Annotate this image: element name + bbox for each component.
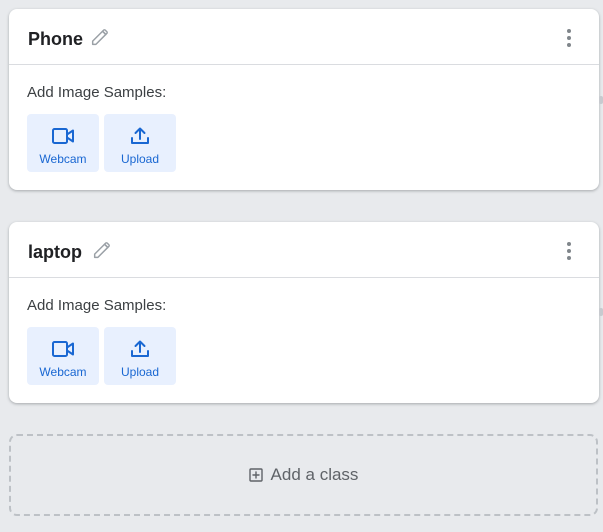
class-card-phone: Phone Add Image Samples: Webcam Upload xyxy=(9,9,599,190)
add-class-button[interactable]: Add a class xyxy=(9,434,598,516)
upload-label: Upload xyxy=(120,365,160,379)
webcam-button[interactable]: Webcam xyxy=(27,327,99,385)
class-card-laptop: laptop Add Image Samples: Webcam Upload xyxy=(9,222,599,403)
add-box-icon xyxy=(248,468,263,482)
class-name[interactable]: Phone xyxy=(28,29,83,49)
webcam-button[interactable]: Webcam xyxy=(27,114,99,172)
webcam-label: Webcam xyxy=(39,365,87,379)
connector-mark xyxy=(599,96,603,104)
videocam-icon xyxy=(52,128,74,144)
class-card-header: Phone xyxy=(9,9,599,65)
add-class-content: Add a class xyxy=(11,465,596,485)
pencil-icon[interactable] xyxy=(89,26,111,48)
videocam-icon xyxy=(52,341,74,357)
webcam-label: Webcam xyxy=(39,152,87,166)
upload-button[interactable]: Upload xyxy=(104,327,176,385)
add-class-label: Add a class xyxy=(270,465,359,484)
upload-icon xyxy=(131,340,149,357)
class-name[interactable]: laptop xyxy=(28,242,82,262)
upload-label: Upload xyxy=(120,152,160,166)
more-vert-icon[interactable] xyxy=(559,240,579,262)
add-samples-label: Add Image Samples: xyxy=(27,297,167,314)
connector-mark xyxy=(599,308,603,316)
upload-button[interactable]: Upload xyxy=(104,114,176,172)
class-card-header: laptop xyxy=(9,222,599,278)
add-samples-label: Add Image Samples: xyxy=(27,84,167,101)
upload-icon xyxy=(131,127,149,144)
pencil-icon[interactable] xyxy=(91,239,113,261)
more-vert-icon[interactable] xyxy=(559,27,579,49)
